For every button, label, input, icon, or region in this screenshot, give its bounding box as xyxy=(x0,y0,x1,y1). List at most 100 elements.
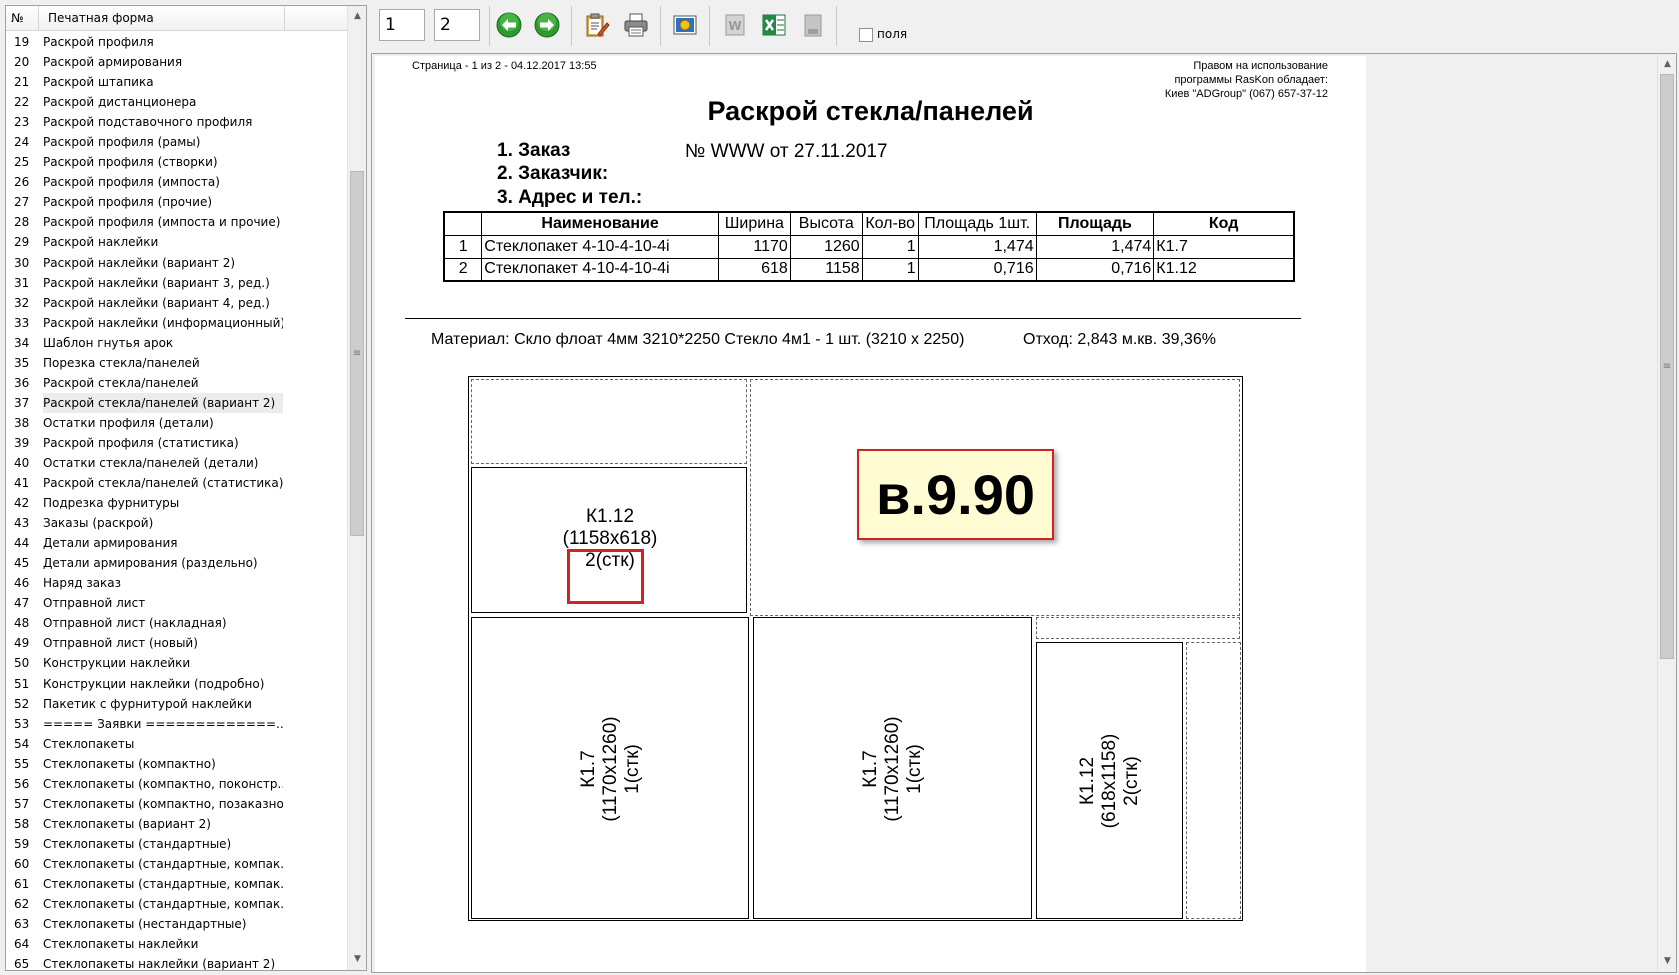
list-item[interactable]: 42 Подрезка фурнитуры xyxy=(6,493,347,513)
list-item[interactable]: 22 Раскрой дистанционера xyxy=(6,92,347,112)
list-item[interactable]: 51 Конструкции наклейки (подробно) xyxy=(6,674,347,694)
list-item[interactable]: 46 Наряд заказ xyxy=(6,573,347,593)
table-cell: 1,474 xyxy=(917,234,1037,259)
list-item[interactable]: 40 Остатки стекла/панелей (детали) xyxy=(6,453,347,473)
print-forms-list[interactable]: № Печатная форма 19 Раскрой профиля 20 Раск… xyxy=(5,5,367,971)
list-item[interactable]: 34 Шаблон гнутья арок xyxy=(6,333,347,353)
list-item-name: Раскрой наклейки (вариант 3, ред.) xyxy=(43,275,270,290)
table-cell: 1 xyxy=(861,257,919,282)
list-item-name: Раскрой профиля (рамы) xyxy=(43,135,201,150)
list-item[interactable]: 57 Стеклопакеты (компактно, позаказно) xyxy=(6,794,347,814)
preview-scroll-thumb[interactable]: ≡ xyxy=(1660,74,1674,659)
list-item[interactable]: 39 Раскрой профиля (статистика) xyxy=(6,433,347,453)
list-item[interactable]: 24 Раскрой профиля (рамы) xyxy=(6,132,347,152)
list-item[interactable]: 62 Стеклопакеты (стандартные, компак... xyxy=(6,894,347,914)
list-item[interactable]: 45 Детали армирования (раздельно) xyxy=(6,553,347,573)
glass-piece: К1.12 (618x1158) 2(стк) xyxy=(1036,642,1183,919)
list-item[interactable]: 31 Раскрой наклейки (вариант 3, ред.) xyxy=(6,273,347,293)
list-item[interactable]: 47 Отправной лист xyxy=(6,593,347,613)
list-item-number: 21 xyxy=(14,75,30,90)
list-item[interactable]: 63 Стеклопакеты (нестандартные) xyxy=(6,914,347,934)
list-item-name: Раскрой наклейки (вариант 2) xyxy=(43,255,236,270)
list-item[interactable]: 61 Стеклопакеты (стандартные, компак... xyxy=(6,874,347,894)
scroll-up-icon[interactable]: ▲ xyxy=(1658,56,1676,73)
list-item[interactable]: 28 Раскрой профиля (импоста и прочие) xyxy=(6,212,347,232)
list-item-number: 24 xyxy=(14,135,30,150)
scroll-down-icon[interactable]: ▼ xyxy=(348,951,366,968)
list-item-number: 28 xyxy=(14,215,30,230)
list-item[interactable]: 48 Отправной лист (накладная) xyxy=(6,613,347,633)
list-item[interactable]: 44 Детали армирования xyxy=(6,533,347,553)
piece-label: К1.7 (1170x1260) 1(стк) xyxy=(860,716,926,821)
disabled-export-icon xyxy=(804,14,822,37)
list-item[interactable]: 19 Раскрой профиля xyxy=(6,32,347,52)
printer-icon xyxy=(624,13,648,37)
list-item[interactable]: 41 Раскрой стекла/панелей (статистика) xyxy=(6,473,347,493)
list-item[interactable]: 50 Конструкции наклейки xyxy=(6,653,347,673)
list-item[interactable]: 49 Отправной лист (новый) xyxy=(6,633,347,653)
list-item[interactable]: 23 Раскрой подставочного профиля xyxy=(6,112,347,132)
page-to-field[interactable]: 2 xyxy=(434,9,480,41)
list-item[interactable]: 36 Раскрой стекла/панелей xyxy=(6,373,347,393)
list-item[interactable]: 65 Стеклопакеты наклейки (вариант 2) xyxy=(6,954,347,971)
export-excel-button[interactable] xyxy=(759,10,789,40)
list-item[interactable]: 29 Раскрой наклейки xyxy=(6,232,347,252)
export-word-button: W xyxy=(720,10,750,40)
list-item-name: Стеклопакеты (вариант 2) xyxy=(43,816,211,831)
preview-scrollbar[interactable]: ▲ ≡ ▼ xyxy=(1657,54,1676,972)
list-item[interactable]: 27 Раскрой профиля (прочие) xyxy=(6,192,347,212)
list-item[interactable]: 35 Порезка стекла/панелей xyxy=(6,353,347,373)
list-item[interactable]: 52 Пакетик с фурнитурой наклейки xyxy=(6,694,347,714)
piece-label: К1.7 (1170x1260) 1(стк) xyxy=(578,716,644,821)
list-item[interactable]: 25 Раскрой профиля (створки) xyxy=(6,152,347,172)
list-item-number: 23 xyxy=(14,115,30,130)
list-item-number: 31 xyxy=(14,275,30,290)
list-item[interactable]: 55 Стеклопакеты (компактно) xyxy=(6,754,347,774)
list-item[interactable]: 21 Раскрой штапика xyxy=(6,72,347,92)
list-item[interactable]: 56 Стеклопакеты (компактно, поконстр... xyxy=(6,774,347,794)
list-item[interactable]: 54 Стеклопакеты xyxy=(6,734,347,754)
list-item[interactable]: 53 ===== Заявки =============... xyxy=(6,714,347,734)
list-item[interactable]: 33 Раскрой наклейки (информационный) xyxy=(6,313,347,333)
scroll-up-icon[interactable]: ▲ xyxy=(348,8,366,25)
table-cell: 1 xyxy=(861,234,919,259)
toolbar-separator xyxy=(489,6,490,46)
list-item[interactable]: 32 Раскрой наклейки (вариант 4, ред.) xyxy=(6,293,347,313)
next-page-button[interactable] xyxy=(532,10,562,40)
list-item[interactable]: 64 Стеклопакеты наклейки xyxy=(6,934,347,954)
list-item[interactable]: 30 Раскрой наклейки (вариант 2) xyxy=(6,253,347,273)
list-scrollbar[interactable]: ▲ ≡ ▼ xyxy=(347,6,366,970)
list-item[interactable]: 59 Стеклопакеты (стандартные) xyxy=(6,834,347,854)
edit-report-button[interactable] xyxy=(582,10,612,40)
list-item-name: Порезка стекла/панелей xyxy=(43,355,200,370)
list-item-number: 19 xyxy=(14,35,30,49)
list-item[interactable]: 38 Остатки профиля (детали) xyxy=(6,413,347,433)
list-item-number: 45 xyxy=(14,556,30,571)
piece-qty: 2(стк) xyxy=(1121,756,1142,806)
print-button[interactable] xyxy=(621,10,651,40)
word-export-icon: W xyxy=(725,14,745,36)
fields-checkbox[interactable] xyxy=(859,28,873,42)
list-item[interactable]: 26 Раскрой профиля (импоста) xyxy=(6,172,347,192)
list-item[interactable]: 37 Раскрой стекла/панелей (вариант 2) xyxy=(6,392,347,413)
list-item[interactable]: 58 Стеклопакеты (вариант 2) xyxy=(6,814,347,834)
waste-info: Отход: 2,843 м.кв. 39,36% xyxy=(1023,331,1216,348)
list-item[interactable]: 60 Стеклопакеты (стандартные, компак... xyxy=(6,854,347,874)
list-item[interactable]: 20 Раскрой армирования xyxy=(6,52,347,72)
list-item-number: 65 xyxy=(14,957,30,971)
list-scroll-thumb[interactable]: ≡ xyxy=(350,171,364,536)
table-cell: 2 xyxy=(443,257,483,282)
list-item-name: Подрезка фурнитуры xyxy=(43,496,180,511)
prev-page-button[interactable] xyxy=(494,10,524,40)
list-item-name: Стеклопакеты наклейки (вариант 2) xyxy=(43,957,276,971)
column-header-print-form[interactable]: Печатная форма xyxy=(39,6,285,31)
table-header: Ширина xyxy=(717,211,791,236)
list-item[interactable]: 43 Заказы (раскрой) xyxy=(6,513,347,533)
export-image-button[interactable] xyxy=(670,10,700,40)
list-item-number: 53 xyxy=(14,716,30,731)
column-header-number[interactable]: № xyxy=(6,6,39,31)
page-info: Страница - 1 из 2 - 04.12.2017 13:55 xyxy=(412,60,597,72)
page-from-field[interactable]: 1 xyxy=(379,9,425,41)
scroll-down-icon[interactable]: ▼ xyxy=(1658,953,1676,970)
toolbar-separator xyxy=(571,6,572,46)
